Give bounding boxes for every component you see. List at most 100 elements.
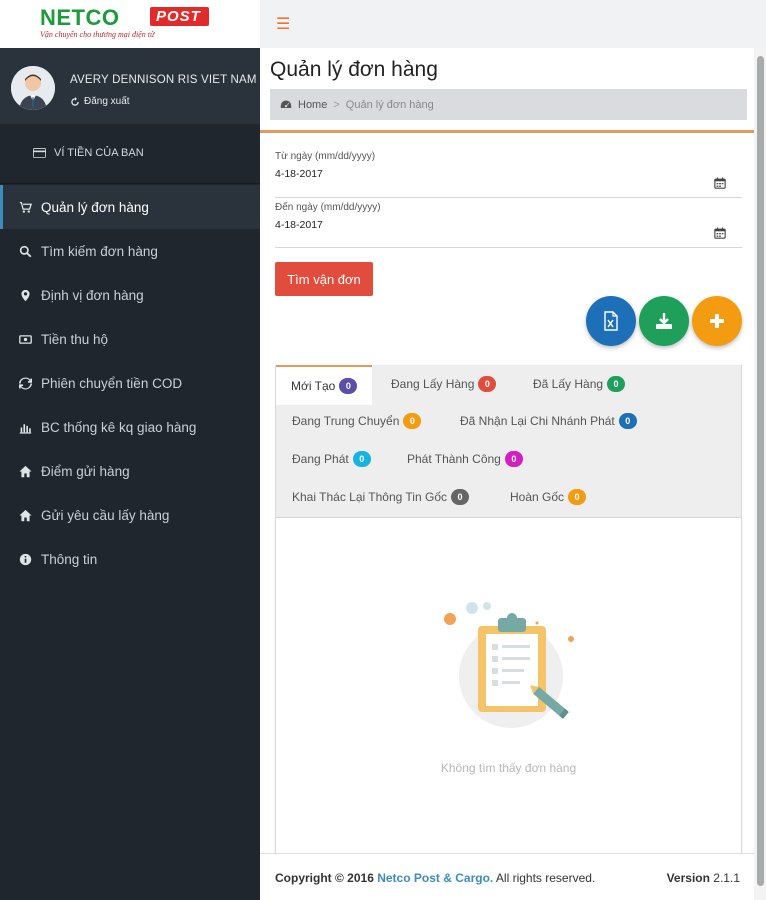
sidebar-item-label: Định vị đơn hàng — [41, 287, 144, 303]
user-panel: AVERY DENNISON RIS VIET NAM Đăng xuất — [0, 48, 260, 124]
sidebar-item-order-search[interactable]: Tìm kiếm đơn hàng — [0, 229, 260, 273]
sidebar-item-label: Tìm kiếm đơn hàng — [41, 243, 158, 259]
refresh-icon — [18, 376, 32, 390]
tab-origin-info-recheck[interactable]: Khai Thác Lại Thông Tin Gốc 0 — [292, 489, 469, 505]
cart-icon — [18, 200, 32, 214]
tab-picked-up[interactable]: Đã Lấy Hàng 0 — [533, 376, 626, 392]
count-badge: 0 — [568, 489, 587, 505]
wallet-section[interactable]: VÍ TIỀN CỦA BẠN — [0, 124, 260, 184]
tab-delivered[interactable]: Phát Thành Công 0 — [407, 451, 523, 467]
add-order-button[interactable] — [692, 296, 742, 346]
scrollbar-thumb[interactable] — [757, 56, 764, 886]
tab-label: Đang Phát — [292, 452, 349, 466]
info-icon — [18, 552, 32, 566]
count-badge: 0 — [478, 376, 497, 392]
sidebar: NETCO POST Vận chuyển cho thương mại điệ… — [0, 0, 260, 900]
breadcrumb-separator: > — [333, 98, 340, 111]
sidebar-item-label: Quản lý đơn hàng — [41, 199, 149, 215]
version-value: 2.1.1 — [713, 871, 740, 885]
empty-message: Không tìm thấy đơn hàng — [440, 761, 577, 775]
download-button[interactable] — [639, 296, 689, 346]
tab-delivering[interactable]: Đang Phát 0 — [292, 451, 371, 467]
from-date-field[interactable]: Từ ngày (mm/dd/yyyy) 4-18-2017 — [275, 151, 742, 198]
clipboard-illustration-icon — [444, 602, 574, 728]
sidebar-item-info[interactable]: Thông tin — [0, 537, 260, 581]
logo-tagline: Vận chuyển cho thương mại điện tử — [40, 30, 155, 39]
count-badge: 0 — [352, 451, 371, 467]
money-icon — [18, 332, 32, 346]
menu-toggle-icon[interactable]: ☰ — [276, 14, 290, 34]
tab-label: Phát Thành Công — [407, 452, 501, 466]
tab-new[interactable]: Mới Tạo 0 — [276, 365, 373, 405]
tab-label: Hoàn Gốc — [510, 490, 565, 504]
to-date-input[interactable]: 4-18-2017 — [275, 219, 742, 231]
sidebar-item-drop-points[interactable]: Điểm gửi hàng — [0, 449, 260, 493]
count-badge: 0 — [339, 378, 358, 394]
home-icon — [18, 508, 32, 522]
sidebar-item-label: Điểm gửi hàng — [41, 463, 130, 479]
excel-file-icon — [604, 311, 618, 331]
page-title: Quản lý đơn hàng — [270, 58, 438, 81]
from-date-input[interactable]: 4-18-2017 — [275, 168, 742, 180]
breadcrumb-current: Quản lý đơn hàng — [345, 98, 434, 111]
tab-label: Mới Tạo — [291, 379, 336, 393]
wallet-label: VÍ TIỀN CỦA BẠN — [54, 147, 144, 159]
order-list-empty-state: Không tìm thấy đơn hàng — [275, 517, 742, 900]
page-scrollbar[interactable] — [754, 48, 766, 900]
user-name: AVERY DENNISON RIS VIET NAM — [70, 74, 257, 86]
footer: Copyright © 2016 Netco Post & Cargo. All… — [260, 853, 754, 900]
sidebar-item-order-management[interactable]: Quản lý đơn hàng — [0, 185, 260, 229]
sidebar-item-pickup-request[interactable]: Gửi yêu cầu lấy hàng — [0, 493, 260, 537]
search-icon — [18, 244, 32, 258]
sidebar-item-delivery-report[interactable]: BC thống kê kq giao hàng — [0, 405, 260, 449]
tab-picking-up[interactable]: Đang Lấy Hàng 0 — [391, 376, 497, 392]
logout-link[interactable]: Đăng xuất — [70, 96, 130, 107]
dashboard-icon — [280, 100, 292, 108]
sidebar-item-order-locate[interactable]: Định vị đơn hàng — [0, 273, 260, 317]
breadcrumb: Home > Quản lý đơn hàng — [270, 89, 747, 120]
page-header: Quản lý đơn hàng Home > Quản lý đơn hàng — [260, 48, 754, 132]
sidebar-item-label: Tiền thu hộ — [41, 331, 109, 347]
from-date-label: Từ ngày (mm/dd/yyyy) — [275, 151, 376, 162]
version: Version 2.1.1 — [667, 871, 740, 885]
tab-label: Khai Thác Lại Thông Tin Gốc — [292, 490, 447, 504]
company-link[interactable]: Netco Post & Cargo. — [377, 871, 493, 885]
version-label: Version — [666, 871, 710, 885]
tab-in-transit[interactable]: Đang Trung Chuyển 0 — [292, 413, 422, 429]
calendar-icon[interactable] — [714, 177, 726, 189]
to-date-field[interactable]: Đến ngày (mm/dd/yyyy) 4-18-2017 — [275, 202, 742, 248]
logo-post-badge: POST — [150, 7, 209, 26]
to-date-label: Đến ngày (mm/dd/yyyy) — [275, 202, 381, 213]
credit-card-icon — [33, 148, 46, 158]
logo-wordmark: NETCO — [40, 5, 120, 30]
sidebar-item-label: Gửi yêu cầu lấy hàng — [41, 507, 170, 523]
map-marker-icon — [18, 288, 32, 302]
tab-returned[interactable]: Hoàn Gốc 0 — [510, 489, 587, 505]
tab-received-delivery-branch[interactable]: Đã Nhận Lại Chi Nhánh Phát 0 — [460, 413, 637, 429]
count-badge: 0 — [607, 376, 626, 392]
sidebar-menu: Quản lý đơn hàng Tìm kiếm đơn hàng Định … — [0, 185, 260, 581]
avatar — [11, 66, 55, 110]
count-badge: 0 — [451, 489, 469, 505]
sidebar-item-label: Phiên chuyển tiền COD — [41, 375, 183, 391]
search-orders-button[interactable]: Tìm vận đơn — [275, 262, 373, 296]
sidebar-item-cod-transfer[interactable]: Phiên chuyển tiền COD — [0, 361, 260, 405]
status-tabs: Mới Tạo 0 Đang Lấy Hàng 0 Đã Lấy Hàng 0 … — [275, 365, 742, 517]
count-badge: 0 — [618, 413, 637, 429]
sidebar-item-cod-money[interactable]: Tiền thu hộ — [0, 317, 260, 361]
export-excel-button[interactable] — [586, 296, 636, 346]
refresh-icon — [71, 96, 79, 106]
logo[interactable]: NETCO POST Vận chuyển cho thương mại điệ… — [0, 0, 260, 48]
download-icon — [656, 313, 672, 329]
tab-label: Đang Lấy Hàng — [391, 377, 475, 391]
count-badge: 0 — [504, 451, 523, 467]
tab-label: Đã Nhận Lại Chi Nhánh Phát — [460, 414, 615, 428]
sidebar-item-label: Thông tin — [41, 551, 98, 567]
main-content: Quản lý đơn hàng Home > Quản lý đơn hàng… — [260, 48, 754, 900]
calendar-icon[interactable] — [714, 227, 726, 239]
copyright-prefix: Copyright © 2016 — [275, 871, 374, 885]
breadcrumb-home[interactable]: Home — [298, 99, 327, 111]
tab-label: Đang Trung Chuyển — [292, 414, 400, 428]
order-panel: Từ ngày (mm/dd/yyyy) 4-18-2017 Đến ngày … — [260, 130, 754, 900]
user-avatar-icon — [11, 66, 55, 110]
